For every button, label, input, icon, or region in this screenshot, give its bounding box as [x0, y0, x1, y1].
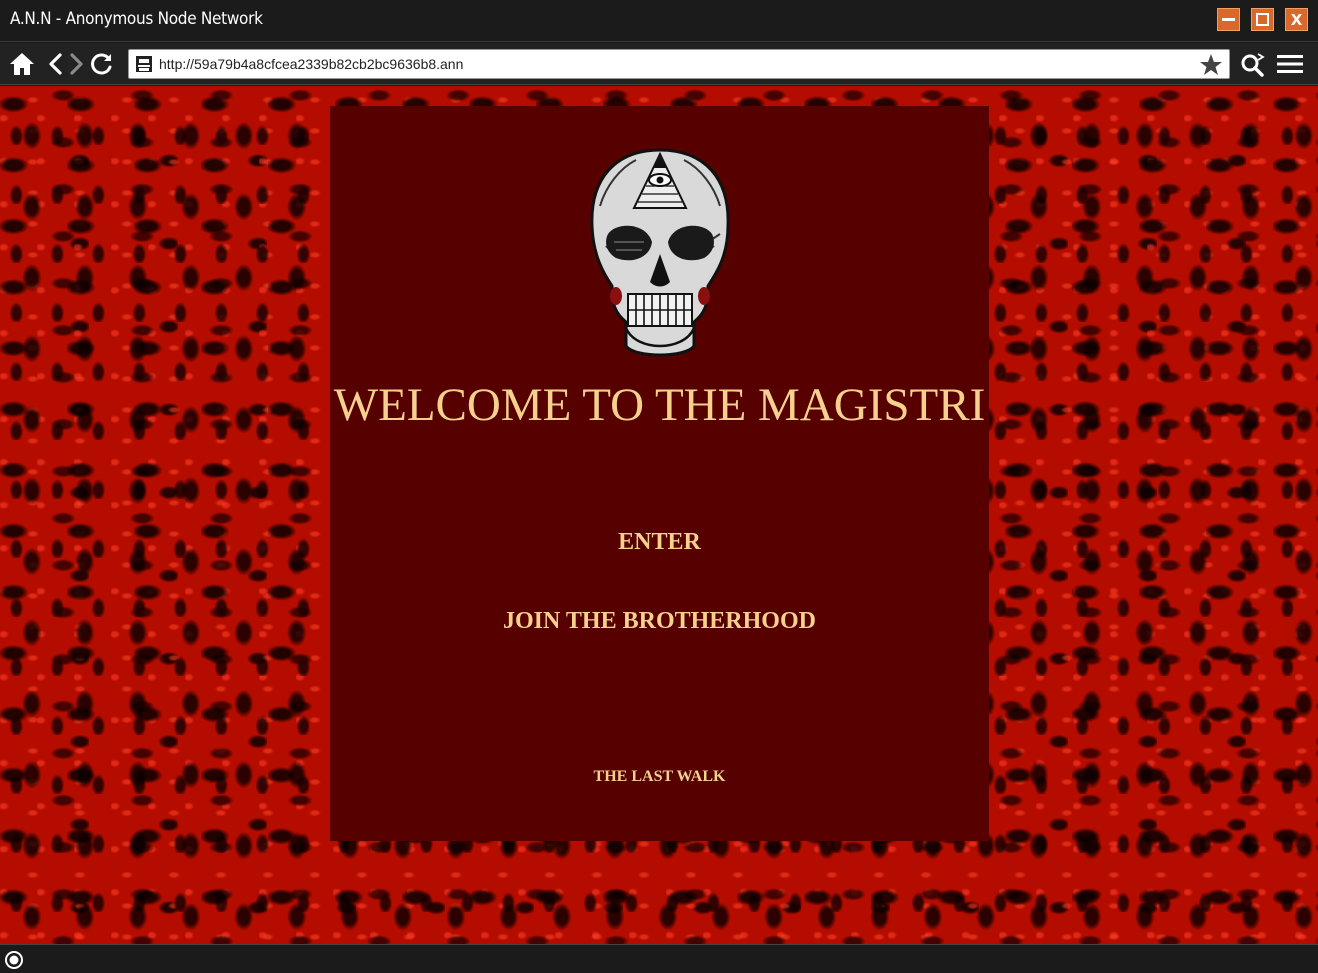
skull-illuminati-icon	[590, 148, 730, 357]
maximize-button[interactable]	[1251, 8, 1274, 31]
join-brotherhood-link[interactable]: JOIN THE BROTHERHOOD	[330, 608, 989, 635]
menu-icon[interactable]	[1276, 50, 1304, 78]
address-bar[interactable]: http://59a79b4a8cfcea2339b82cb2bc9636b8.…	[128, 49, 1230, 79]
maximize-icon	[1256, 13, 1269, 26]
url-text[interactable]: http://59a79b4a8cfcea2339b82cb2bc9636b8.…	[159, 56, 463, 72]
minimize-button[interactable]	[1217, 8, 1240, 31]
forward-icon[interactable]	[62, 50, 90, 78]
close-button[interactable]: X	[1285, 8, 1308, 31]
page-viewport: WELCOME TO THE MAGISTRI ENTER JOIN THE B…	[0, 86, 1318, 944]
status-indicator-icon[interactable]	[4, 950, 24, 970]
search-icon[interactable]	[1238, 50, 1266, 78]
status-bar	[0, 944, 1318, 973]
close-icon: X	[1290, 10, 1303, 29]
last-walk-link[interactable]: THE LAST WALK	[330, 768, 989, 786]
site-identity-icon[interactable]	[133, 53, 155, 75]
home-icon[interactable]	[8, 50, 36, 78]
content-panel: WELCOME TO THE MAGISTRI ENTER JOIN THE B…	[330, 106, 989, 841]
browser-toolbar: http://59a79b4a8cfcea2339b82cb2bc9636b8.…	[0, 43, 1318, 85]
welcome-heading: WELCOME TO THE MAGISTRI	[333, 379, 986, 431]
title-bar: A.N.N - Anonymous Node Network X	[0, 0, 1318, 42]
reload-icon[interactable]	[88, 50, 116, 78]
window-title: A.N.N - Anonymous Node Network	[10, 9, 263, 29]
enter-link[interactable]: ENTER	[330, 529, 989, 556]
minimize-icon	[1222, 18, 1235, 21]
bookmark-star-icon[interactable]	[1198, 52, 1224, 78]
